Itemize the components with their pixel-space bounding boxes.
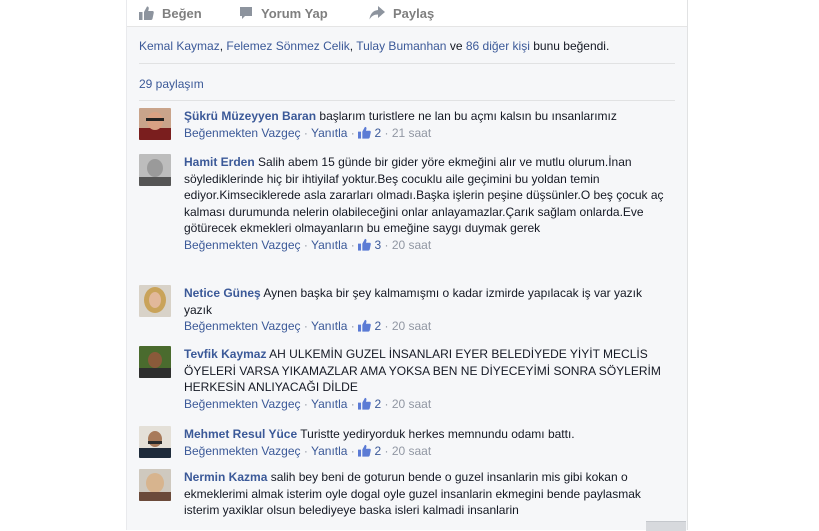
comment-like-icon[interactable]	[358, 319, 371, 332]
comment-author[interactable]: Netice Güneş	[184, 286, 261, 300]
comment-button[interactable]: Yorum Yap	[239, 4, 328, 22]
unlike-link[interactable]: Beğenmekten Vazgeç	[184, 444, 301, 458]
avatar[interactable]	[139, 426, 171, 458]
avatar[interactable]	[139, 285, 171, 317]
comment-like-icon[interactable]	[358, 126, 371, 139]
shares-link[interactable]: 29 paylaşım	[139, 77, 204, 91]
thumbs-up-icon	[139, 6, 154, 20]
reply-link[interactable]: Yanıtla	[311, 397, 347, 411]
comment-text: Turistte yediryorduk herkes memnundu oda…	[300, 427, 575, 441]
comment-like-count[interactable]: 2	[374, 319, 381, 333]
other-likers-link[interactable]: 86 diğer kişi	[466, 39, 530, 53]
comment-like-count[interactable]: 2	[374, 397, 381, 411]
reply-link[interactable]: Yanıtla	[311, 319, 347, 333]
unlike-link[interactable]: Beğenmekten Vazgeç	[184, 126, 301, 140]
reply-link[interactable]: Yanıtla	[311, 126, 347, 140]
liker-link[interactable]: Tulay Bumanhan	[356, 39, 446, 53]
unlike-link[interactable]: Beğenmekten Vazgeç	[184, 319, 301, 333]
comment-text-line: Hamit Erden Salih abem 15 günde bir gide…	[184, 154, 664, 237]
comment-like-count[interactable]: 3	[374, 238, 381, 252]
comment-timestamp[interactable]: 20 saat	[392, 444, 431, 458]
reply-link[interactable]: Yanıtla	[311, 238, 347, 252]
comment-text-line: Netice Güneş Aynen başka bir şey kalmamı…	[184, 285, 664, 318]
comment-timestamp[interactable]: 20 saat	[392, 397, 431, 411]
comment-text: Salih abem 15 günde bir gider yöre ekmeğ…	[184, 155, 664, 235]
comment-like-icon[interactable]	[358, 238, 371, 251]
share-button[interactable]: Paylaş	[369, 4, 434, 22]
comment-author[interactable]: Mehmet Resul Yüce	[184, 427, 297, 441]
unlike-link[interactable]: Beğenmekten Vazgeç	[184, 397, 301, 411]
avatar[interactable]	[139, 154, 171, 186]
comment-timestamp[interactable]: 21 saat	[392, 126, 431, 140]
share-arrow-icon	[369, 6, 385, 20]
like-button[interactable]: Beğen	[139, 4, 202, 22]
divider	[139, 63, 675, 64]
comment-author[interactable]: Nermin Kazma	[184, 470, 267, 484]
avatar[interactable]	[139, 108, 171, 140]
liker-link[interactable]: Felemez Sönmez Celik	[226, 39, 349, 53]
likes-conjunction: ve	[449, 39, 463, 53]
comment-timestamp[interactable]: 20 saat	[392, 238, 431, 252]
unlike-link[interactable]: Beğenmekten Vazgeç	[184, 238, 301, 252]
comment-meta: Beğenmekten Vazgeç · Yanıtla · 2 · 20 sa…	[184, 319, 432, 333]
comment-button-label: Yorum Yap	[261, 5, 328, 21]
comment-text: başlarım turistlere ne lan bu açmı kalsı…	[319, 109, 617, 123]
comment-text-line: Tevfik Kaymaz AH ULKEMİN GUZEL İNSANLARI…	[184, 346, 664, 396]
like-button-label: Beğen	[162, 5, 202, 21]
comment-like-count[interactable]: 2	[374, 126, 381, 140]
avatar[interactable]	[139, 469, 171, 501]
comment-like-icon[interactable]	[358, 397, 371, 410]
comment-like-icon[interactable]	[358, 444, 371, 457]
comment-text-line: Nermin Kazma salih bey beni de goturun b…	[184, 469, 664, 519]
comment-like-count[interactable]: 2	[374, 444, 381, 458]
comment-bubble-icon	[240, 7, 252, 19]
liker-link[interactable]: Kemal Kaymaz	[139, 39, 220, 53]
avatar[interactable]	[139, 346, 171, 378]
comment-text-line: Mehmet Resul Yüce Turistte yediryorduk h…	[184, 426, 664, 443]
comment-timestamp[interactable]: 20 saat	[392, 319, 431, 333]
share-button-label: Paylaş	[393, 5, 435, 21]
likes-summary: Kemal Kaymaz, Felemez Sönmez Celik, Tula…	[139, 39, 610, 53]
comment-meta: Beğenmekten Vazgeç · Yanıtla · 2 · 21 sa…	[184, 125, 432, 140]
post-feedback-panel: Beğen Yorum Yap Paylaş Kemal Kaymaz, Fel…	[126, 0, 688, 530]
comment-author[interactable]: Hamit Erden	[184, 155, 255, 169]
post-action-bar: Beğen Yorum Yap Paylaş	[127, 0, 687, 27]
comment-meta: Beğenmekten Vazgeç · Yanıtla · 2 · 20 sa…	[184, 396, 432, 411]
comment-meta: Beğenmekten Vazgeç · Yanıtla · 2 · 20 sa…	[184, 443, 432, 458]
comment-author[interactable]: Tevfik Kaymaz	[184, 347, 266, 361]
comment-meta: Beğenmekten Vazgeç · Yanıtla · 3 · 20 sa…	[184, 237, 432, 252]
reply-link[interactable]: Yanıtla	[311, 444, 347, 458]
comment-author[interactable]: Şükrü Müzeyyen Baran	[184, 109, 316, 123]
comment-text-line: Şükrü Müzeyyen Baran başlarım turistlere…	[184, 108, 664, 125]
likes-suffix: bunu beğendi.	[533, 39, 610, 53]
divider	[139, 100, 675, 101]
